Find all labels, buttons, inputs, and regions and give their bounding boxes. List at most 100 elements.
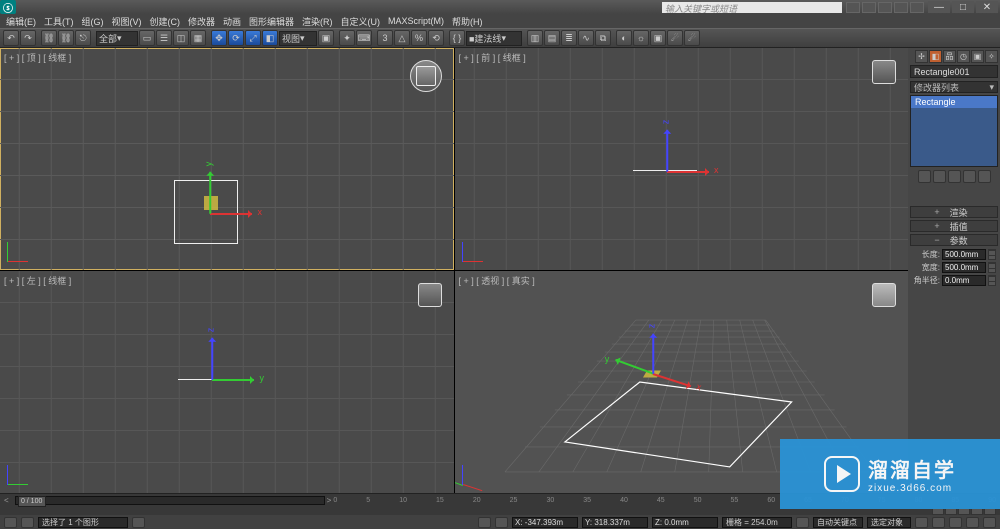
object-name-input[interactable]: Rectangle001 (910, 65, 998, 78)
angle-snap-button[interactable]: △ (394, 30, 410, 46)
spinner-snap-button[interactable]: ⟲ (428, 30, 444, 46)
modifier-list-select[interactable]: 修改器列表▾ (910, 81, 998, 93)
tab-hierarchy[interactable]: 品 (943, 50, 956, 63)
nav-max-button[interactable] (983, 517, 996, 528)
minimize-button[interactable]: — (928, 1, 950, 13)
unlink-button[interactable]: ⛓ (58, 30, 74, 46)
set-key-button[interactable] (915, 517, 928, 528)
select-place-button[interactable]: ◧ (262, 30, 278, 46)
autokey-button[interactable]: 自动关键点 (813, 517, 863, 528)
length-input[interactable]: 500.0mm (942, 249, 986, 260)
viewport-top[interactable]: [ + ] [ 顶 ] [ 线框 ] x y (0, 48, 454, 270)
move-gizmo[interactable]: x y (210, 213, 212, 215)
pin-stack-button[interactable] (918, 170, 931, 183)
move-gizmo[interactable]: x y z (653, 373, 655, 375)
viewport-label[interactable]: [ + ] [ 左 ] [ 线框 ] (4, 274, 71, 287)
maximize-button[interactable]: □ (952, 1, 974, 13)
modifier-item[interactable]: Rectangle (911, 96, 997, 108)
render-production-button[interactable]: ☄ (684, 30, 700, 46)
select-button[interactable]: ▭ (139, 30, 155, 46)
lock-selection-button[interactable] (132, 517, 145, 528)
percent-snap-button[interactable]: % (411, 30, 427, 46)
tab-display[interactable]: ▣ (971, 50, 984, 63)
time-slider[interactable]: 0 / 100 (15, 496, 325, 505)
rollout-rendering[interactable]: 渲染 (910, 206, 998, 218)
nav-zoom-button[interactable] (949, 517, 962, 528)
coord-y-input[interactable]: Y: 318.337m (582, 517, 648, 528)
coord-x-input[interactable]: X: -347.393m (512, 517, 578, 528)
mirror-button[interactable]: ▥ (527, 30, 543, 46)
modifier-stack[interactable]: Rectangle (910, 95, 998, 167)
render-button[interactable]: ☄ (667, 30, 683, 46)
select-rotate-button[interactable]: ⟳ (228, 30, 244, 46)
viewport-left[interactable]: [ + ] [ 左 ] [ 线框 ] y z (0, 271, 454, 493)
remove-mod-button[interactable] (963, 170, 976, 183)
menu-maxscript[interactable]: MAXScript(M) (388, 16, 444, 26)
menu-edit[interactable]: 编辑(E) (6, 15, 36, 28)
gizmo-center[interactable] (204, 196, 218, 210)
rectangle-object[interactable] (174, 180, 238, 244)
layer-button[interactable]: ≣ (561, 30, 577, 46)
help-search-input[interactable]: 输入关键字或短语 (662, 2, 842, 13)
corner-radius-input[interactable]: 0.0mm (942, 275, 986, 286)
make-unique-button[interactable] (948, 170, 961, 183)
pivot-button[interactable]: ▣ (318, 30, 334, 46)
render-frame-button[interactable]: ▣ (650, 30, 666, 46)
move-gizmo[interactable]: y z (212, 379, 214, 381)
move-gizmo[interactable]: x z (667, 171, 669, 173)
menu-grapheditors[interactable]: 图形编辑器 (249, 15, 294, 28)
tab-utilities[interactable]: ✧ (985, 50, 998, 63)
viewcube[interactable] (418, 283, 442, 307)
title-icon[interactable] (878, 2, 892, 13)
title-icon[interactable] (910, 2, 924, 13)
menu-group[interactable]: 组(G) (82, 15, 104, 28)
schematic-button[interactable]: ⧉ (595, 30, 611, 46)
redo-button[interactable]: ↷ (20, 30, 36, 46)
select-scale-button[interactable]: ⤢ (245, 30, 261, 46)
title-icon[interactable] (862, 2, 876, 13)
corner-radius-spinner[interactable] (988, 275, 996, 286)
menu-customize[interactable]: 自定义(U) (341, 15, 381, 28)
time-slider-thumb[interactable]: 0 / 100 (18, 496, 46, 507)
keyboard-shortcut-button[interactable]: ⌨ (356, 30, 372, 46)
rollout-parameters[interactable]: 参数 (910, 234, 998, 246)
tab-motion[interactable]: ◷ (957, 50, 970, 63)
menu-animation[interactable]: 动画 (223, 15, 241, 28)
width-spinner[interactable] (988, 262, 996, 273)
bind-button[interactable]: ⎋ (75, 30, 91, 46)
menu-create[interactable]: 创建(C) (150, 15, 181, 28)
render-setup-button[interactable]: ☼ (633, 30, 649, 46)
key-filters-select[interactable]: 选定对象 (867, 517, 911, 528)
viewport-label[interactable]: [ + ] [ 顶 ] [ 线框 ] (4, 51, 71, 64)
configure-button[interactable] (978, 170, 991, 183)
menu-help[interactable]: 帮助(H) (452, 15, 483, 28)
show-end-button[interactable] (933, 170, 946, 183)
material-editor-button[interactable]: ◐ (616, 30, 632, 46)
menu-rendering[interactable]: 渲染(R) (302, 15, 333, 28)
viewport-label[interactable]: [ + ] [ 透视 ] [ 真实 ] (459, 274, 535, 287)
title-icon[interactable] (846, 2, 860, 13)
viewcube[interactable] (872, 60, 896, 84)
rollout-interpolation[interactable]: 插值 (910, 220, 998, 232)
selection-filter-select[interactable]: 全部 ▾ (96, 31, 138, 46)
align-button[interactable]: ▤ (544, 30, 560, 46)
title-icon[interactable] (894, 2, 908, 13)
select-move-button[interactable]: ✥ (211, 30, 227, 46)
close-button[interactable]: ✕ (976, 1, 998, 13)
viewport-label[interactable]: [ + ] [ 前 ] [ 线框 ] (459, 51, 526, 64)
select-name-button[interactable]: ☰ (156, 30, 172, 46)
snap-toggle-button[interactable]: 3 (377, 30, 393, 46)
isolate-button[interactable] (478, 517, 491, 528)
named-sel-select[interactable]: ■建法线 ▾ (466, 31, 522, 46)
undo-button[interactable]: ↶ (3, 30, 19, 46)
curve-editor-button[interactable]: ∿ (578, 30, 594, 46)
viewcube[interactable] (872, 283, 896, 307)
tab-create[interactable]: ✢ (915, 50, 928, 63)
select-region-button[interactable]: ◫ (173, 30, 189, 46)
length-spinner[interactable] (988, 249, 996, 260)
selection-lock-button[interactable] (495, 517, 508, 528)
viewcube[interactable] (410, 60, 442, 92)
menu-modifiers[interactable]: 修改器 (188, 15, 215, 28)
tab-modify[interactable]: ◧ (929, 50, 942, 63)
viewport-front[interactable]: [ + ] [ 前 ] [ 线框 ] x z (455, 48, 909, 270)
